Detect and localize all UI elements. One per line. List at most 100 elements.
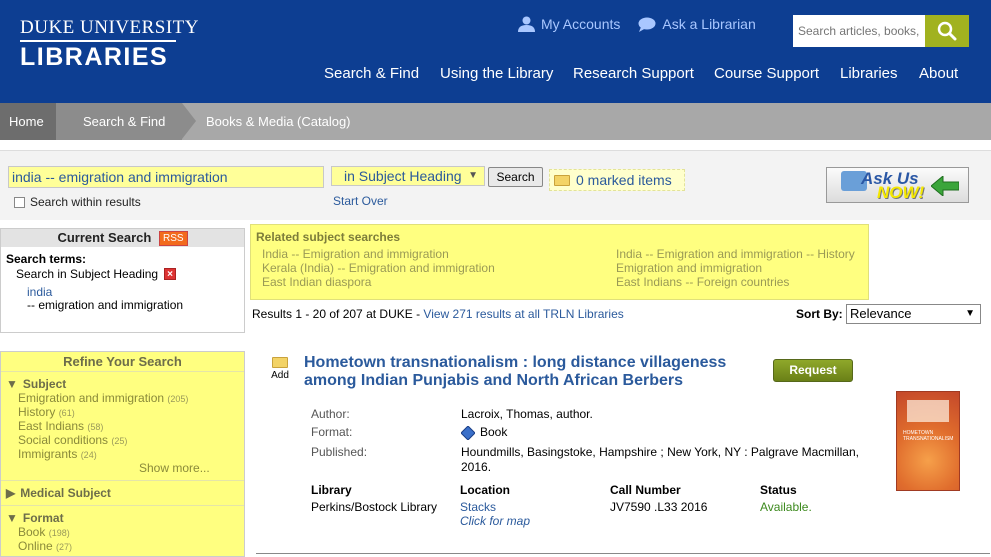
logo-rule — [20, 40, 176, 42]
results-summary: Results 1 - 20 of 207 at DUKE - View 271… — [252, 307, 624, 321]
facet-item-count: (61) — [58, 408, 75, 418]
facet-item[interactable]: Online (27) — [18, 539, 72, 553]
search-heading-label: Search in Subject Heading — [16, 267, 159, 281]
result-title-link[interactable]: Hometown transnationalism : long distanc… — [304, 354, 744, 390]
facet-subject-label: Subject — [22, 377, 67, 391]
breadcrumb-home[interactable]: Home — [0, 103, 56, 140]
request-button[interactable]: Request — [773, 359, 853, 382]
click-for-map-link[interactable]: Click for map — [460, 514, 530, 528]
refine-title: Refine Your Search — [1, 352, 244, 372]
related-subject-link[interactable]: Kerala (India) -- Emigration and immigra… — [262, 261, 495, 275]
arrow-left-icon — [931, 176, 959, 196]
facet-item[interactable]: History (61) — [18, 405, 75, 419]
facet-format[interactable]: ▼ Format — [6, 511, 64, 525]
holdings-header-call-number: Call Number — [610, 483, 681, 497]
facet-item-count: (25) — [111, 436, 128, 446]
duke-libraries-logo[interactable]: DUKE UNIVERSITY LIBRARIES — [20, 18, 199, 70]
catalog-search-bar: india -- emigration and immigration in S… — [0, 150, 991, 220]
now-label: NOW! — [877, 183, 925, 202]
holding-location-link[interactable]: Stacks — [460, 500, 496, 514]
chat-bubble-icon — [638, 17, 656, 32]
nav-course-support[interactable]: Course Support — [714, 65, 819, 82]
divider — [1, 505, 244, 506]
search-within-option[interactable]: Search within results — [14, 195, 141, 209]
utility-links: My Accounts Ask a Librarian — [518, 16, 756, 32]
published-value: Houndmills, Basingstoke, Hampshire ; New… — [461, 445, 859, 474]
search-icon — [937, 21, 957, 41]
facet-item-label: Social conditions — [18, 433, 109, 447]
nav-research-support[interactable]: Research Support — [573, 65, 694, 82]
search-within-label: Search within results — [30, 195, 141, 209]
start-over-link[interactable]: Start Over — [333, 194, 388, 208]
related-subject-link[interactable]: Emigration and immigration — [616, 261, 762, 275]
holding-library: Perkins/Bostock Library — [311, 500, 438, 514]
author-label: Author: — [311, 407, 350, 421]
main-nav: Search & Find Using the Library Research… — [0, 65, 991, 85]
my-accounts-label: My Accounts — [541, 16, 621, 32]
facet-item[interactable]: East Indians (58) — [18, 419, 103, 433]
sort-by-label: Sort By: — [796, 307, 843, 321]
holdings-header-location: Location — [460, 483, 510, 497]
results-count: Results 1 - 20 of 207 at DUKE - — [252, 307, 424, 321]
facet-subject[interactable]: ▼ Subject — [6, 377, 66, 391]
book-cover-image[interactable]: HOMETOWN TRANSNATIONALISM — [896, 391, 960, 491]
search-term-link[interactable]: india — [27, 285, 52, 299]
facet-item-label: Book — [18, 525, 46, 539]
sort-select[interactable]: Relevance ▼ — [846, 304, 981, 324]
facet-item[interactable]: Book (198) — [18, 525, 70, 539]
nav-libraries[interactable]: Libraries — [840, 65, 898, 82]
breadcrumb-current: Books & Media (Catalog) — [206, 114, 351, 129]
breadcrumb-search-find[interactable]: Search & Find — [56, 103, 182, 140]
facet-item[interactable]: Emigration and immigration (205) — [18, 391, 188, 405]
site-header: DUKE UNIVERSITY LIBRARIES My Accounts As… — [0, 0, 991, 103]
marked-items-label: 0 marked items — [576, 172, 672, 188]
related-subject-link[interactable]: India -- Emigration and immigration — [262, 247, 449, 261]
search-within-checkbox[interactable] — [14, 196, 25, 208]
folder-icon — [554, 174, 570, 186]
header-search-button[interactable] — [925, 15, 969, 47]
scope-select[interactable]: in Subject Heading ▼ — [331, 166, 485, 186]
triangle-down-icon: ▼ — [6, 511, 18, 525]
nav-about[interactable]: About — [919, 65, 958, 82]
show-more-link[interactable]: Show more... — [139, 461, 210, 475]
folder-icon — [272, 357, 288, 368]
holdings-header-status: Status — [760, 483, 797, 497]
triangle-down-icon: ▼ — [6, 377, 18, 391]
nav-search-find[interactable]: Search & Find — [324, 65, 419, 82]
facet-item[interactable]: Immigrants (24) — [18, 447, 97, 461]
facet-item-label: East Indians — [18, 419, 85, 433]
trln-results-link[interactable]: View 271 results at all TRLN Libraries — [423, 307, 623, 321]
my-accounts-link[interactable]: My Accounts — [518, 16, 620, 32]
related-subject-link[interactable]: East Indians -- Foreign countries — [616, 275, 789, 289]
query-input[interactable]: india -- emigration and immigration — [8, 166, 324, 188]
header-search-input[interactable] — [793, 15, 925, 47]
facet-medical-subject[interactable]: ▶ Medical Subject — [6, 486, 111, 500]
marked-items-link[interactable]: 0 marked items — [549, 169, 685, 191]
divider — [256, 553, 990, 554]
published-label: Published: — [311, 445, 368, 459]
rss-icon[interactable]: RSS — [158, 231, 188, 246]
ask-librarian-label: Ask a Librarian — [662, 16, 756, 32]
add-to-folder-button[interactable]: Add — [270, 357, 290, 381]
nav-using-library[interactable]: Using the Library — [440, 65, 553, 82]
remove-icon[interactable]: × — [164, 268, 177, 280]
facet-item-count: (58) — [87, 422, 104, 432]
related-subject-link[interactable]: India -- Emigration and immigration -- H… — [616, 247, 855, 261]
related-subjects-title: Related subject searches — [256, 230, 401, 244]
search-button[interactable]: Search — [488, 167, 543, 187]
refine-panel: Refine Your Search ▼ Subject Emigration … — [0, 351, 245, 557]
facet-medical-subject-label: Medical Subject — [20, 486, 111, 500]
facet-item-label: Online — [18, 539, 53, 553]
format-value: Book — [461, 425, 507, 440]
header-search — [793, 15, 969, 47]
facet-item[interactable]: Social conditions (25) — [18, 433, 127, 447]
divider — [1, 480, 244, 481]
ask-us-now-button[interactable]: Ask Us NOW! — [826, 167, 969, 203]
related-subject-link[interactable]: East Indian diaspora — [262, 275, 371, 289]
ask-librarian-link[interactable]: Ask a Librarian — [638, 16, 756, 32]
facet-format-label: Format — [22, 511, 64, 525]
cover-band — [907, 400, 949, 422]
user-icon — [518, 16, 535, 32]
related-subjects-panel: Related subject searches India -- Emigra… — [250, 224, 869, 300]
search-term-subdivision: -- emigration and immigration — [27, 298, 184, 312]
